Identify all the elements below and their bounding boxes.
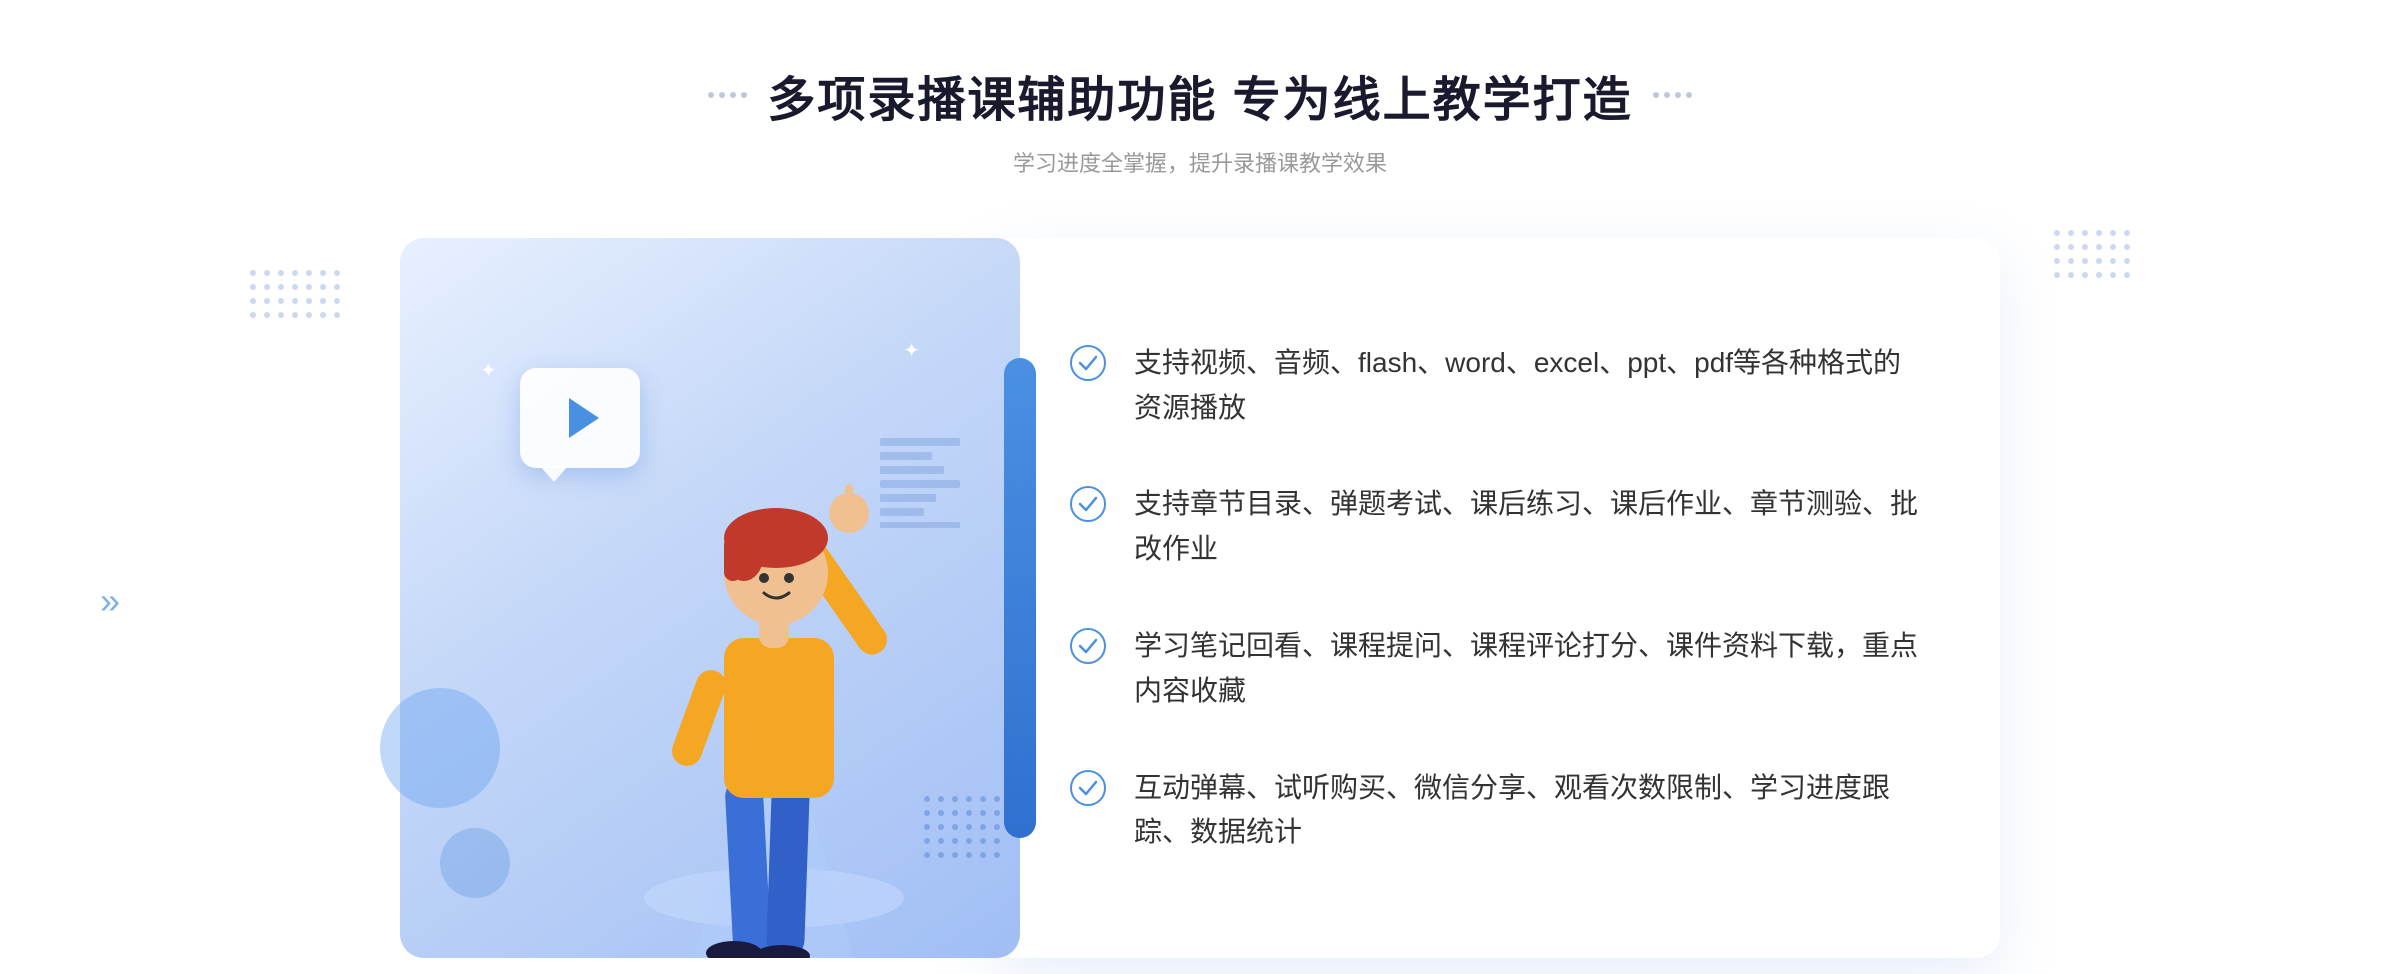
subtitle: 学习进度全掌握，提升录播课教学效果 xyxy=(708,146,1691,178)
features-panel: 支持视频、音频、flash、word、excel、ppt、pdf等各种格式的资源… xyxy=(990,238,2000,958)
header-decoration: 多项录播课辅助功能 专为线上教学打造 xyxy=(708,60,1691,130)
feature-item-1: 支持视频、音频、flash、word、excel、ppt、pdf等各种格式的资源… xyxy=(1070,341,1920,431)
blue-bar-decoration xyxy=(1004,358,1036,838)
main-title: 多项录播课辅助功能 专为线上教学打造 xyxy=(767,60,1632,130)
feature-text-1: 支持视频、音频、flash、word、excel、ppt、pdf等各种格式的资源… xyxy=(1134,341,1920,431)
feature-text-4: 互动弹幕、试听购买、微信分享、观看次数限制、学习进度跟踪、数据统计 xyxy=(1134,766,1920,856)
bg-dots-top-left xyxy=(250,270,340,318)
deco-circle-large xyxy=(380,688,500,808)
check-icon-4 xyxy=(1070,770,1106,806)
feature-item-2: 支持章节目录、弹题考试、课后练习、课后作业、章节测验、批改作业 xyxy=(1070,482,1920,572)
chevron-left-decoration: » xyxy=(100,580,120,622)
feature-item-4: 互动弹幕、试听购买、微信分享、观看次数限制、学习进度跟踪、数据统计 xyxy=(1070,766,1920,856)
content-area: ✦ ✦ xyxy=(400,238,2000,958)
feature-text-3: 学习笔记回看、课程提问、课程评论打分、课件资料下载，重点内容收藏 xyxy=(1134,624,1920,714)
illustration-card: ✦ ✦ xyxy=(400,238,1020,958)
check-icon-3 xyxy=(1070,628,1106,664)
bg-dots-top-right xyxy=(2054,230,2130,278)
dots-pattern-illustration xyxy=(924,796,1000,858)
deco-dots-right xyxy=(1653,92,1692,98)
feature-text-2: 支持章节目录、弹题考试、课后练习、课后作业、章节测验、批改作业 xyxy=(1134,482,1920,572)
deco-circle-small xyxy=(440,828,510,898)
person-illustration xyxy=(614,378,934,958)
play-triangle-icon xyxy=(569,398,599,438)
sparkle-icon-1: ✦ xyxy=(480,358,497,383)
page-wrapper: » 多项录播课辅助功能 专为线上教学打造 学习进度全掌握，提升录播课教学效果 xyxy=(0,0,2400,974)
feature-item-3: 学习笔记回看、课程提问、课程评论打分、课件资料下载，重点内容收藏 xyxy=(1070,624,1920,714)
check-icon-1 xyxy=(1070,345,1106,381)
check-icon-2 xyxy=(1070,486,1106,522)
deco-dots-left xyxy=(708,92,747,98)
header-section: 多项录播课辅助功能 专为线上教学打造 学习进度全掌握，提升录播课教学效果 xyxy=(708,60,1691,178)
sparkle-icon-2: ✦ xyxy=(903,338,920,363)
